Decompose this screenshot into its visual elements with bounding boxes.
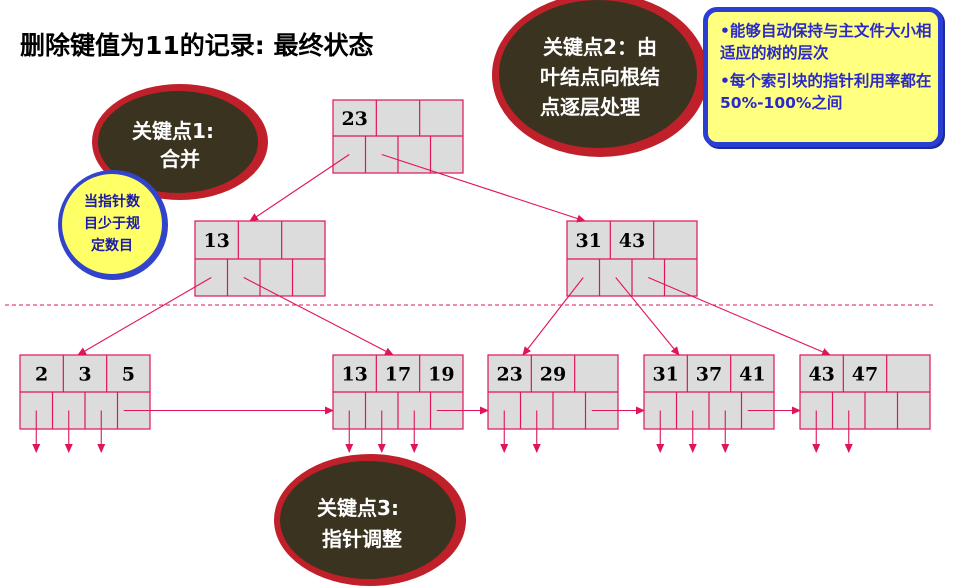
internal-node-1: 13 bbox=[194, 220, 326, 297]
callout-point2-line3: 点逐层处理 bbox=[540, 95, 640, 119]
leaf-node-2-key-3: 19 bbox=[428, 364, 454, 386]
leaf-node-4: 31 37 41 bbox=[643, 354, 775, 430]
internal-node-2-key-2: 43 bbox=[619, 230, 645, 252]
leaf-node-1: 2 3 5 bbox=[19, 354, 151, 430]
hint-line2: 目少于规 bbox=[84, 215, 140, 232]
callout-point2-line1: 关键点2：由 bbox=[543, 35, 657, 59]
note-line2: •每个索引块的指针利用率都在50%-100%之间 bbox=[720, 72, 932, 112]
internal-node-2: 31 43 bbox=[566, 220, 698, 297]
hint-circle: 当指针数 目少于规 定数目 bbox=[58, 170, 168, 280]
leaf-node-5: 43 47 bbox=[799, 354, 931, 430]
leaf-node-1-key-3: 5 bbox=[122, 364, 135, 386]
callout-point2-line2: 叶结点向根结 bbox=[540, 65, 660, 89]
note-line1: •能够自动保持与主文件大小相适应的树的层次 bbox=[720, 22, 932, 62]
arrow-int1-to-leaf1 bbox=[77, 277, 212, 356]
note-box: •能够自动保持与主文件大小相适应的树的层次 •每个索引块的指针利用率都在50%-… bbox=[703, 7, 943, 147]
arrow-int2-to-leaf5 bbox=[648, 276, 831, 356]
leaf-node-2-key-1: 13 bbox=[341, 364, 367, 386]
leaf-node-5-key-2: 47 bbox=[852, 364, 878, 386]
internal-node-2-key-1: 31 bbox=[575, 230, 601, 252]
leaf-node-1-key-2: 3 bbox=[78, 364, 91, 386]
arrow-root-to-int2 bbox=[381, 153, 586, 223]
leaf-node-3: 23 29 bbox=[487, 354, 619, 430]
leaf-node-4-key-1: 31 bbox=[652, 364, 678, 386]
leaf-node-5-key-1: 43 bbox=[808, 364, 834, 386]
leaf-node-4-key-3: 41 bbox=[739, 364, 765, 386]
root-node: 23 bbox=[332, 99, 464, 174]
callout-point3-line1: 关键点3: bbox=[317, 496, 399, 520]
arrow-int2-to-leaf3 bbox=[522, 277, 584, 356]
callout-point3-line2: 指针调整 bbox=[322, 527, 402, 551]
callout-point1-line2: 合并 bbox=[160, 147, 200, 171]
leaf-node-4-key-2: 37 bbox=[696, 364, 722, 386]
leaf-node-2-key-2: 17 bbox=[385, 364, 411, 386]
arrow-root-to-int1 bbox=[249, 154, 350, 222]
hint-line1: 当指针数 bbox=[84, 193, 141, 210]
leaf-node-2: 13 17 19 bbox=[332, 354, 464, 430]
root-node-key-1: 23 bbox=[341, 108, 367, 130]
leaf-node-3-key-1: 23 bbox=[496, 364, 522, 386]
leaf-node-1-key-1: 2 bbox=[35, 364, 48, 386]
callout-point1-line1: 关键点1: bbox=[132, 119, 214, 143]
callout-point2: 关键点2：由 叶结点向根结 点逐层处理 bbox=[492, 0, 708, 157]
hint-line3: 定数目 bbox=[91, 237, 133, 254]
internal-node-1-key-1: 13 bbox=[203, 230, 229, 252]
leaf-node-3-key-2: 29 bbox=[540, 364, 566, 386]
callout-point3: 关键点3: 指针调整 bbox=[274, 454, 466, 586]
